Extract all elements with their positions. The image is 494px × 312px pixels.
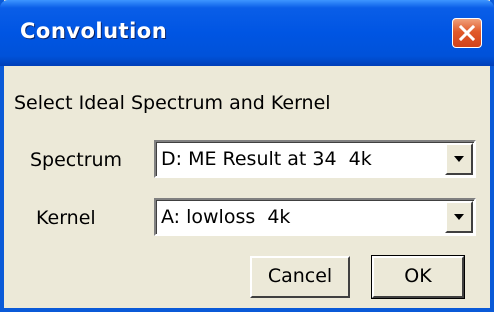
close-icon (459, 25, 475, 41)
spectrum-dropdown-button[interactable] (445, 143, 473, 175)
title-bar[interactable]: Convolution (0, 0, 494, 66)
spectrum-select-value: D: ME Result at 34 4k (161, 148, 372, 170)
convolution-dialog: Convolution Select Ideal Spectrum and Ke… (0, 0, 494, 312)
chevron-down-icon (454, 214, 464, 220)
dialog-prompt: Select Ideal Spectrum and Kernel (14, 92, 331, 114)
kernel-dropdown-button[interactable] (445, 201, 473, 233)
kernel-select[interactable]: A: lowloss 4k (154, 198, 476, 236)
cancel-button[interactable]: Cancel (250, 256, 350, 298)
close-button[interactable] (452, 18, 482, 48)
spectrum-select[interactable]: D: ME Result at 34 4k (154, 140, 476, 178)
chevron-down-icon (454, 156, 464, 162)
kernel-select-value: A: lowloss 4k (161, 206, 291, 228)
kernel-label: Kernel (36, 207, 96, 229)
window-title: Convolution (20, 19, 168, 43)
ok-button[interactable]: OK (371, 255, 465, 299)
spectrum-label: Spectrum (30, 149, 123, 171)
